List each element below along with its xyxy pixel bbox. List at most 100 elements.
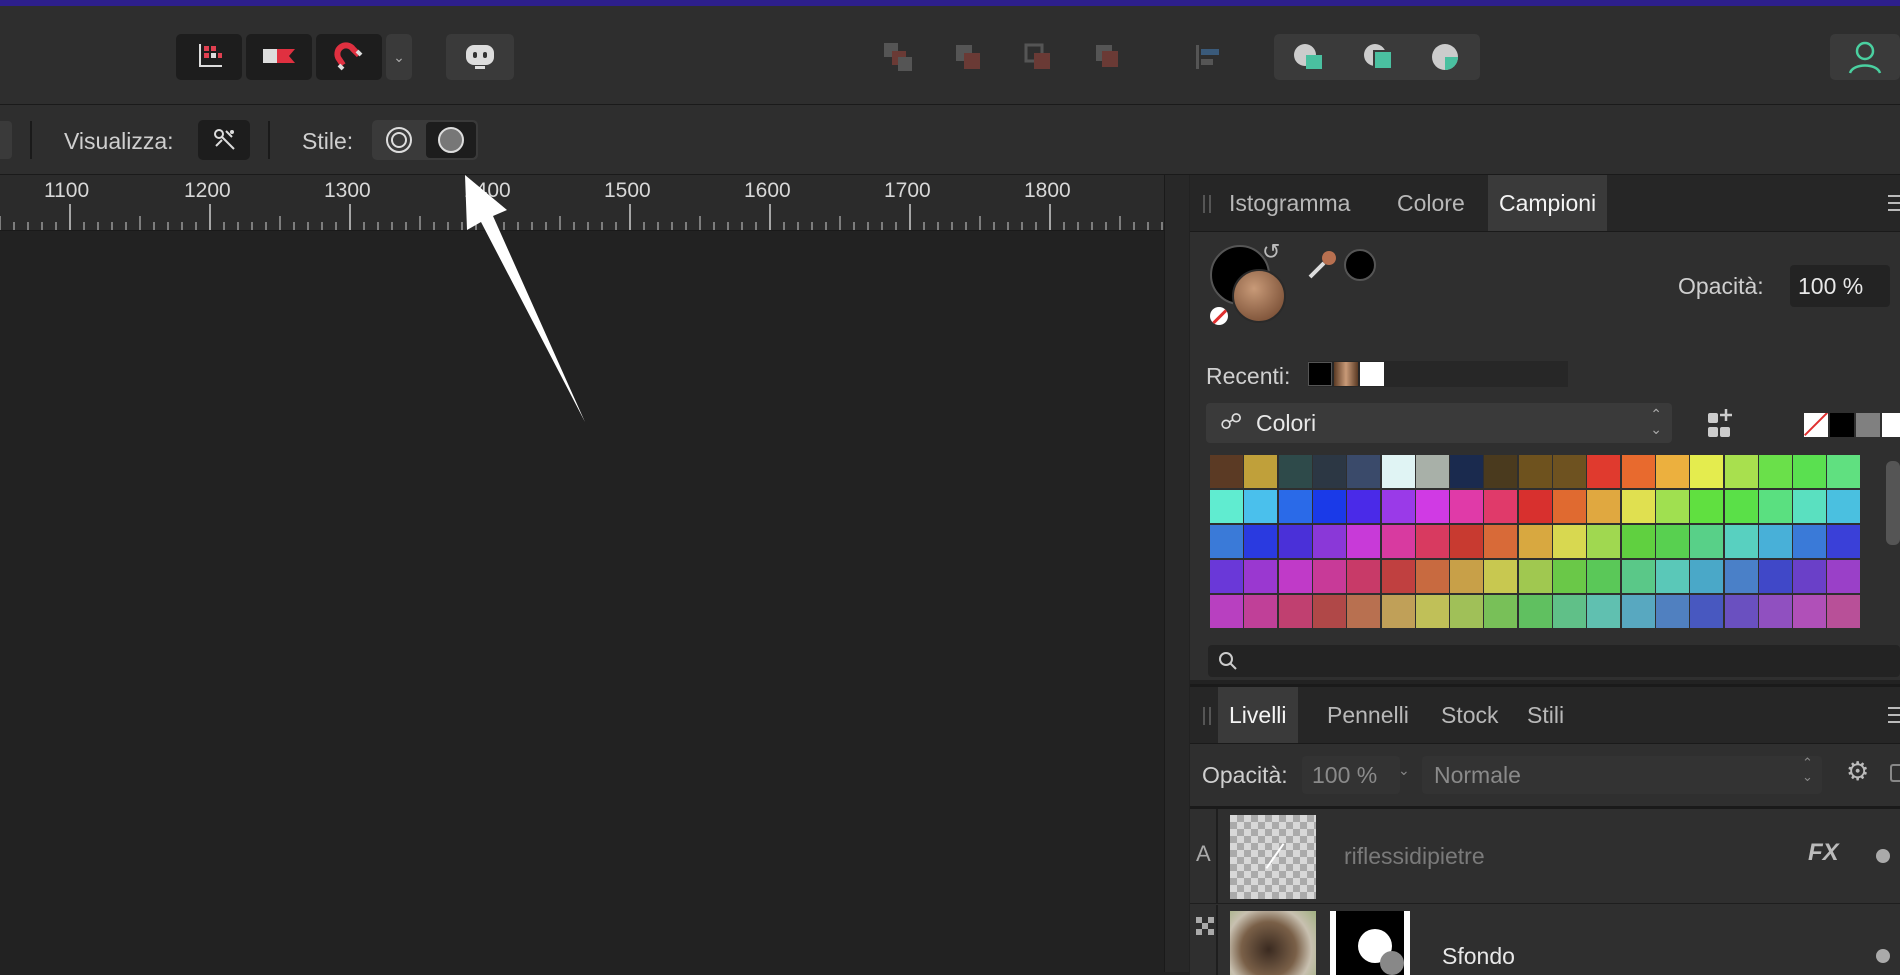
visibility-dot-icon[interactable] <box>1876 949 1890 963</box>
color-swatch[interactable] <box>1415 560 1449 593</box>
snap-to-object-button[interactable] <box>246 34 312 80</box>
color-swatch[interactable] <box>1210 490 1243 523</box>
color-swatch[interactable] <box>1621 595 1655 628</box>
color-swatch[interactable] <box>1793 560 1827 593</box>
color-swatch[interactable] <box>1587 595 1621 628</box>
color-swatch[interactable] <box>1758 560 1792 593</box>
color-swatch[interactable] <box>1450 490 1484 523</box>
no-color-icon[interactable] <box>1210 307 1228 325</box>
outline-style-button[interactable] <box>374 122 424 158</box>
color-swatch[interactable] <box>1450 525 1484 558</box>
color-swatch[interactable] <box>1827 455 1861 488</box>
stroke-color-well[interactable] <box>1232 269 1286 323</box>
layer-name[interactable]: Sfondo <box>1442 943 1515 970</box>
color-swatch[interactable] <box>1347 560 1381 593</box>
color-swatch[interactable] <box>1484 595 1518 628</box>
context-toolbar-edge-control[interactable] <box>0 121 12 159</box>
color-swatch[interactable] <box>1621 525 1655 558</box>
snapping-magnet-button[interactable] <box>316 34 382 80</box>
color-swatch[interactable] <box>1312 595 1346 628</box>
assistant-button[interactable] <box>446 34 514 80</box>
color-swatch[interactable] <box>1244 525 1278 558</box>
color-swatch[interactable] <box>1518 525 1552 558</box>
gray-swatch[interactable] <box>1856 413 1880 437</box>
color-swatch[interactable] <box>1415 455 1449 488</box>
color-swatch[interactable] <box>1415 490 1449 523</box>
layer-name[interactable]: riflessidipietre <box>1344 843 1485 870</box>
color-swatch[interactable] <box>1210 560 1243 593</box>
add-swatch-icon[interactable] <box>1706 407 1740 441</box>
color-swatch[interactable] <box>1655 525 1689 558</box>
color-swatch[interactable] <box>1655 490 1689 523</box>
color-swatch[interactable] <box>1244 560 1278 593</box>
move-forward-one-button[interactable] <box>1016 34 1060 80</box>
color-swatch[interactable] <box>1278 525 1312 558</box>
recent-color-swatch[interactable] <box>1334 362 1358 386</box>
color-swatch[interactable] <box>1724 525 1758 558</box>
color-swatch[interactable] <box>1724 595 1758 628</box>
color-swatch[interactable] <box>1244 490 1278 523</box>
color-swatch[interactable] <box>1758 595 1792 628</box>
account-button[interactable] <box>1830 34 1900 80</box>
canvas-vertical-scrollbar[interactable] <box>1164 175 1189 972</box>
panel-menu-icon[interactable] <box>1888 195 1900 211</box>
add-shapes-button[interactable] <box>1280 34 1340 80</box>
color-swatch[interactable] <box>1381 595 1415 628</box>
recent-color-swatch[interactable] <box>1308 362 1332 386</box>
color-swatch[interactable] <box>1655 560 1689 593</box>
color-swatch[interactable] <box>1553 455 1586 488</box>
color-swatch[interactable] <box>1415 525 1449 558</box>
tab-color[interactable]: Colore <box>1386 175 1476 231</box>
color-swatch[interactable] <box>1347 595 1381 628</box>
color-swatch[interactable] <box>1278 490 1312 523</box>
snapping-dropdown-button[interactable]: ⌄ <box>386 34 412 80</box>
color-swatch[interactable] <box>1553 525 1586 558</box>
color-swatch[interactable] <box>1312 455 1346 488</box>
color-swatch[interactable] <box>1484 455 1518 488</box>
color-swatch[interactable] <box>1655 595 1689 628</box>
color-swatch[interactable] <box>1415 595 1449 628</box>
visibility-dot-icon[interactable] <box>1876 849 1890 863</box>
color-swatch[interactable] <box>1827 490 1861 523</box>
color-swatch[interactable] <box>1518 595 1552 628</box>
move-back-one-button[interactable] <box>946 34 990 80</box>
color-swatch[interactable] <box>1278 455 1312 488</box>
color-swatch[interactable] <box>1690 560 1724 593</box>
color-swatch[interactable] <box>1450 560 1484 593</box>
color-swatch[interactable] <box>1244 455 1278 488</box>
color-swatch[interactable] <box>1793 490 1827 523</box>
color-swatch[interactable] <box>1484 490 1518 523</box>
swatch-scrollbar[interactable] <box>1886 461 1900 545</box>
color-swatch[interactable] <box>1587 490 1621 523</box>
palette-selector[interactable]: ☍ Colori ⌃ ⌄ <box>1206 403 1672 443</box>
intersect-shapes-button[interactable] <box>1418 34 1478 80</box>
color-swatch[interactable] <box>1621 560 1655 593</box>
color-swatch[interactable] <box>1553 595 1586 628</box>
color-swatch[interactable] <box>1553 560 1586 593</box>
lock-icon[interactable] <box>1890 764 1900 782</box>
color-swatch[interactable] <box>1381 455 1415 488</box>
color-swatch[interactable] <box>1381 490 1415 523</box>
color-swatch[interactable] <box>1621 490 1655 523</box>
color-swatch[interactable] <box>1381 525 1415 558</box>
color-swatch[interactable] <box>1690 595 1724 628</box>
layer-opacity-field[interactable]: 100 % <box>1302 756 1400 794</box>
color-swatch[interactable] <box>1312 525 1346 558</box>
align-button[interactable] <box>1186 34 1230 80</box>
layer-row[interactable]: A riflessidipietre FX <box>1190 809 1900 904</box>
color-swatch[interactable] <box>1347 525 1381 558</box>
color-swatch[interactable] <box>1690 525 1724 558</box>
white-swatch[interactable] <box>1882 413 1900 437</box>
color-swatch[interactable] <box>1587 455 1621 488</box>
color-swatch[interactable] <box>1210 525 1243 558</box>
color-swatch[interactable] <box>1724 560 1758 593</box>
color-swatch[interactable] <box>1210 455 1243 488</box>
subtract-shapes-button[interactable] <box>1350 34 1410 80</box>
tab-histogram[interactable]: Istogramma <box>1218 175 1361 231</box>
tab-stock[interactable]: Stock <box>1430 687 1510 743</box>
color-swatch[interactable] <box>1827 525 1861 558</box>
color-swatch[interactable] <box>1724 490 1758 523</box>
tab-swatches[interactable]: Campioni <box>1488 175 1608 231</box>
color-swatch[interactable] <box>1793 595 1827 628</box>
color-swatch[interactable] <box>1278 595 1312 628</box>
